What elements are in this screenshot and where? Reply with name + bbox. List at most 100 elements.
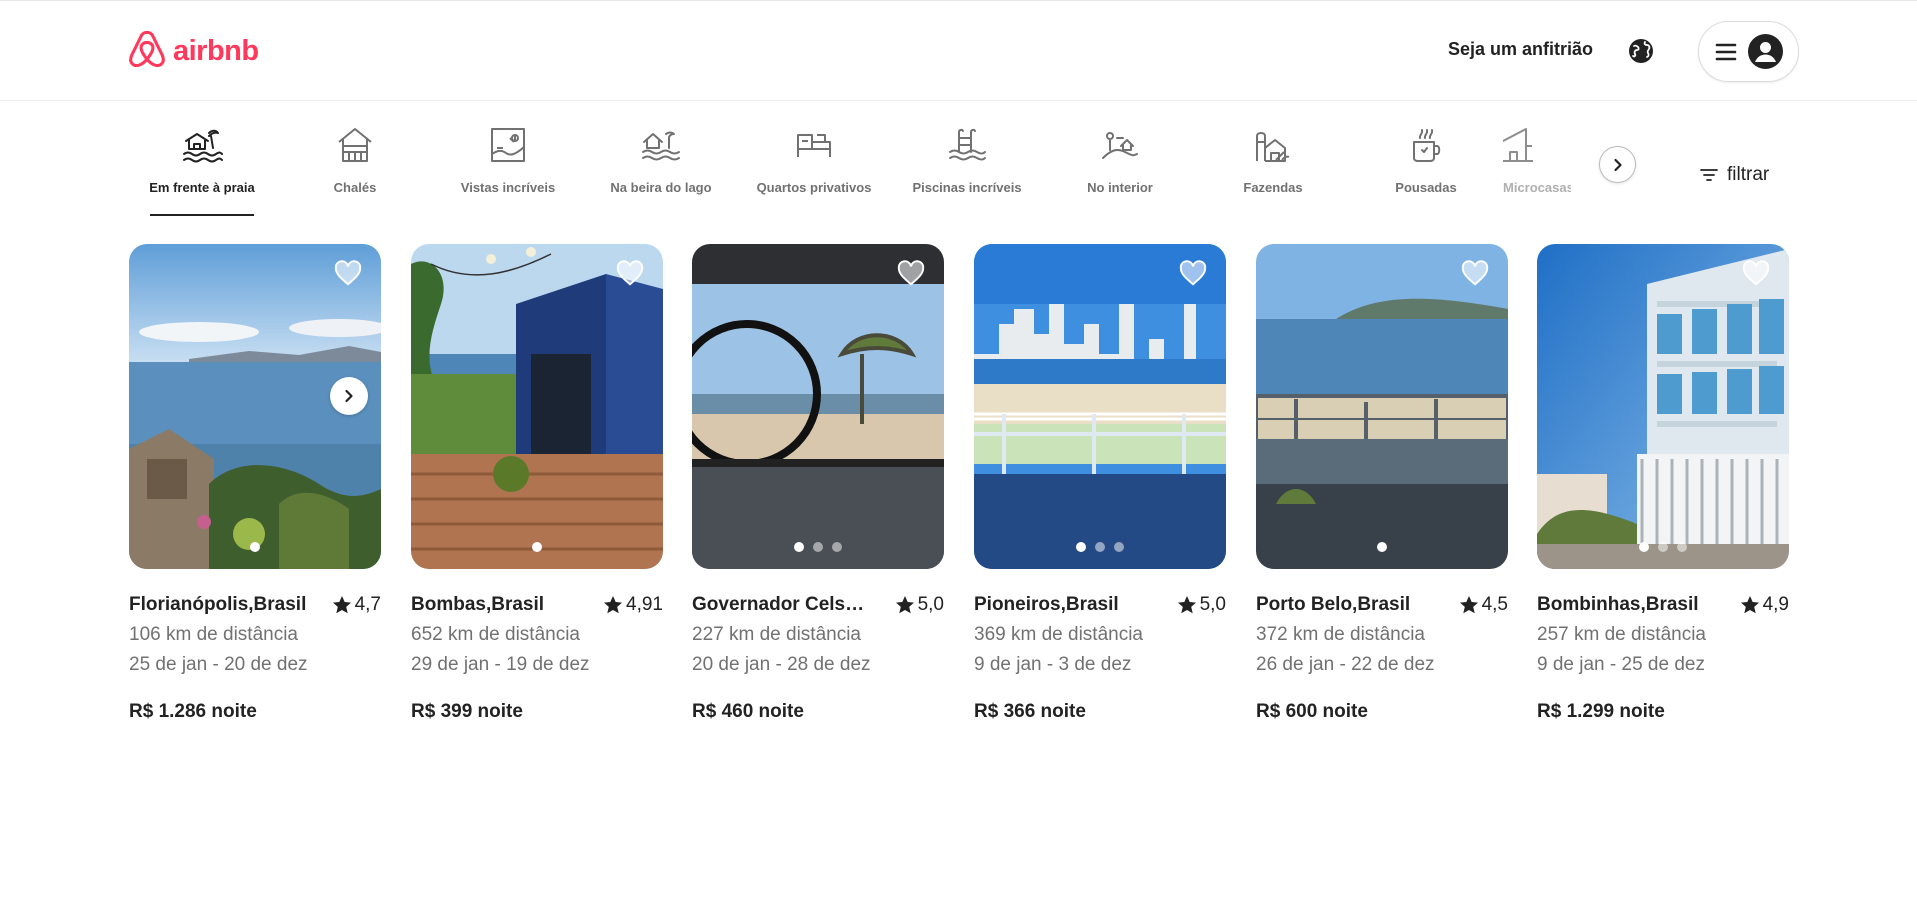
category-private-rooms[interactable]: Quartos privativos	[739, 124, 889, 216]
category-label: Fazendas	[1243, 180, 1303, 195]
filter-label: filtrar	[1727, 164, 1770, 185]
category-amazing-views[interactable]: Vistas incríveis	[433, 124, 583, 216]
photo-pagination	[692, 542, 944, 552]
category-label: Quartos privativos	[756, 180, 872, 195]
listing-card[interactable]: Pioneiros,Brasil 5,0 369 km de distância…	[974, 244, 1226, 723]
pagination-dot[interactable]	[250, 542, 260, 552]
listing-dates: 9 de jan - 25 de dez	[1537, 654, 1705, 675]
category-tiny-homes[interactable]: Microcasas	[1503, 124, 1571, 216]
become-host-link[interactable]: Seja um anfitrião	[1448, 39, 1593, 60]
category-amazing-pools[interactable]: Piscinas incríveis	[892, 124, 1042, 216]
chalet-icon	[338, 128, 372, 162]
filter-icon	[1700, 169, 1718, 181]
photo-next-button[interactable]	[330, 377, 368, 415]
listing-card[interactable]: Governador Celso Ramos,Brasil 5,0 227 km…	[692, 244, 944, 723]
pagination-dot[interactable]	[1377, 542, 1387, 552]
category-farms[interactable]: Fazendas	[1198, 124, 1348, 216]
header: airbnb Seja um anfitrião	[0, 0, 1917, 101]
pagination-dot[interactable]	[813, 542, 823, 552]
listing-location: Bombas,Brasil	[411, 594, 545, 615]
rating-value: 4,9	[1762, 594, 1789, 615]
category-label: Microcasas	[1503, 180, 1571, 195]
category-countryside[interactable]: No interior	[1045, 124, 1195, 216]
lakeside-icon	[642, 131, 680, 161]
category-label: Na beira do lago	[610, 180, 712, 195]
favorite-heart-icon[interactable]	[1741, 258, 1771, 288]
listing-card[interactable]: Bombinhas,Brasil 4,9 257 km de distância…	[1537, 244, 1789, 723]
listing-photo[interactable]	[974, 244, 1226, 569]
listing-location: Bombinhas,Brasil	[1537, 594, 1699, 615]
categories-next-button[interactable]	[1599, 146, 1636, 183]
airbnb-logo-icon	[129, 30, 165, 68]
category-label: No interior	[1087, 180, 1153, 195]
listing-photo-image	[411, 244, 663, 569]
logo-text: airbnb	[173, 34, 259, 67]
filter-button[interactable]: filtrar	[1700, 164, 1769, 186]
countryside-icon	[1102, 132, 1138, 159]
star-icon	[895, 596, 914, 614]
listing-price: R$ 600 noite	[1256, 701, 1368, 722]
listing-dates: 9 de jan - 3 de dez	[974, 654, 1132, 675]
photo-pagination	[411, 542, 663, 552]
listing-photo[interactable]	[1256, 244, 1508, 569]
beach-house-icon	[183, 129, 223, 163]
listing-photo[interactable]	[692, 244, 944, 569]
star-icon	[332, 596, 351, 614]
globe-icon[interactable]	[1627, 37, 1655, 65]
pagination-dot[interactable]	[1114, 542, 1124, 552]
pagination-dot[interactable]	[1658, 542, 1668, 552]
listing-distance: 369 km de distância	[974, 624, 1143, 645]
farm-icon	[1256, 132, 1290, 162]
pool-icon	[949, 128, 986, 161]
listing-price: R$ 1.286 noite	[129, 701, 257, 722]
category-lakefront[interactable]: Na beira do lago	[586, 124, 736, 216]
pagination-dot[interactable]	[1076, 542, 1086, 552]
listing-rating: 4,9	[1740, 594, 1789, 616]
pagination-dot[interactable]	[1639, 542, 1649, 552]
favorite-heart-icon[interactable]	[1460, 258, 1490, 288]
user-menu-button[interactable]	[1698, 21, 1799, 82]
rating-value: 4,91	[626, 594, 663, 615]
listing-distance: 106 km de distância	[129, 624, 298, 645]
listing-card[interactable]: Florianópolis,Brasil 4,7 106 km de distâ…	[129, 244, 381, 723]
pagination-dot[interactable]	[1677, 542, 1687, 552]
listing-dates: 25 de jan - 20 de dez	[129, 654, 308, 675]
listing-location: Pioneiros,Brasil	[974, 594, 1119, 615]
favorite-heart-icon[interactable]	[1178, 258, 1208, 288]
listing-location: Governador Celso Ramos,Brasil	[692, 594, 872, 615]
listing-dates: 20 de jan - 28 de dez	[692, 654, 871, 675]
listing-price: R$ 366 noite	[974, 701, 1086, 722]
pagination-dot[interactable]	[532, 542, 542, 552]
category-chalets[interactable]: Chalés	[280, 124, 430, 216]
listing-rating: 5,0	[895, 594, 944, 616]
listing-photo[interactable]	[1537, 244, 1789, 569]
listing-rating: 4,5	[1459, 594, 1508, 616]
listing-photo[interactable]	[129, 244, 381, 569]
listing-distance: 227 km de distância	[692, 624, 861, 645]
listing-card[interactable]: Bombas,Brasil 4,91 652 km de distância 2…	[411, 244, 663, 723]
favorite-heart-icon[interactable]	[333, 258, 363, 288]
pagination-dot[interactable]	[1095, 542, 1105, 552]
category-bed-and-breakfasts[interactable]: Pousadas	[1351, 124, 1501, 216]
listing-location: Florianópolis,Brasil	[129, 594, 307, 615]
favorite-heart-icon[interactable]	[615, 258, 645, 288]
listing-photo[interactable]	[411, 244, 663, 569]
listing-card[interactable]: Porto Belo,Brasil 4,5 372 km de distânci…	[1256, 244, 1508, 723]
photo-pagination	[129, 542, 381, 552]
category-label: Pousadas	[1395, 180, 1457, 195]
pagination-dot[interactable]	[832, 542, 842, 552]
bed-icon	[797, 134, 831, 157]
listing-dates: 26 de jan - 22 de dez	[1256, 654, 1435, 675]
category-label: Piscinas incríveis	[912, 180, 1022, 195]
listing-rating: 5,0	[1177, 594, 1226, 616]
pagination-dot[interactable]	[794, 542, 804, 552]
photo-pagination	[974, 542, 1226, 552]
rating-value: 5,0	[917, 594, 944, 615]
airbnb-logo[interactable]: airbnb	[128, 30, 259, 72]
favorite-heart-icon[interactable]	[896, 258, 926, 288]
tiny-house-icon	[1503, 128, 1533, 162]
rating-value: 4,5	[1481, 594, 1508, 615]
category-beachfront[interactable]: Em frente à praia	[127, 124, 277, 216]
listing-dates: 29 de jan - 19 de dez	[411, 654, 590, 675]
listing-location: Porto Belo,Brasil	[1256, 594, 1411, 615]
